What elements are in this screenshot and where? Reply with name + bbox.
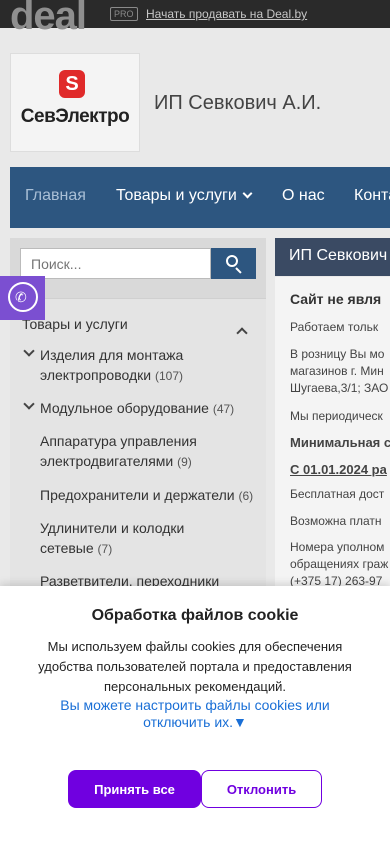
content-line: С 01.01.2024 ра	[290, 462, 387, 477]
search-button[interactable]	[211, 248, 256, 279]
category-item-motor-control[interactable]: Аппаратура управления электродвигателями…	[40, 431, 197, 472]
cookie-title: Обработка файлов cookie	[91, 607, 299, 624]
search-icon	[226, 255, 238, 267]
nav-item-home[interactable]: Главная	[25, 187, 86, 205]
company-logo-mark: S	[59, 70, 85, 98]
category-count: (9)	[177, 455, 192, 469]
accept-all-button[interactable]: Принять все	[68, 770, 201, 808]
category-item-extensions[interactable]: Удлинители и колодки сетевые (7)	[40, 518, 184, 559]
deal-logo[interactable]: deal	[10, 0, 87, 36]
category-item-fuses[interactable]: Предохранители и держатели (6)	[40, 485, 253, 506]
top-bar: deal PRO Начать продавать на Deal.by	[0, 0, 390, 36]
content-header-title: ИП Севкович	[289, 247, 388, 264]
cookie-text: Мы используем файлы cookies для обеспече…	[38, 639, 352, 694]
search-input[interactable]	[20, 248, 211, 279]
category-label: электропроводки	[40, 367, 152, 383]
content-line: Шугаева,3/1; ЗАО	[290, 381, 389, 395]
cookie-settings-link[interactable]: Вы можете настроить файлы cookies или от…	[40, 697, 350, 731]
viber-button[interactable]: ✆	[0, 276, 45, 320]
category-label: Аппаратура управления	[40, 433, 197, 449]
company-logo-brand: СевЭлектро	[20, 106, 130, 127]
content-header: ИП Севкович	[275, 238, 390, 276]
category-label: Удлинители и колодки	[40, 520, 185, 536]
category-label: электродвигателями	[40, 453, 174, 469]
content-line: Минимальная с	[290, 435, 390, 450]
nav-item-contacts[interactable]: Конта	[354, 187, 390, 205]
phone-icon: ✆	[15, 289, 27, 305]
content-line: Возможна платн	[290, 514, 382, 528]
content-line: Мы периодическ	[290, 409, 383, 423]
category-count: (47)	[212, 402, 235, 416]
search-icon-handle	[235, 267, 242, 274]
category-count: (107)	[154, 369, 183, 383]
category-label: сетевые	[40, 540, 94, 556]
content-line: магазинов г. Мин	[290, 364, 384, 378]
pro-badge[interactable]: PRO	[110, 7, 138, 21]
chevron-down-icon[interactable]	[23, 345, 35, 357]
content-line: В розницу Вы мо	[290, 347, 385, 361]
category-count: (7)	[97, 542, 113, 556]
start-selling-link[interactable]: Начать продавать на Deal.by	[146, 7, 307, 21]
chevron-up-icon[interactable]	[236, 327, 248, 339]
nav-item-products-label: Товары и услуги	[116, 187, 237, 204]
chevron-down-icon[interactable]	[23, 398, 35, 410]
category-count: (6)	[238, 489, 254, 503]
content-line: обращениях граж	[290, 557, 389, 571]
decline-button[interactable]: Отклонить	[201, 770, 322, 808]
nav-item-products[interactable]: Товары и услуги	[116, 187, 253, 205]
category-label: Изделия для монтажа	[40, 347, 184, 363]
nav-item-about[interactable]: О нас	[282, 187, 325, 205]
company-name[interactable]: ИП Севкович А.И.	[154, 92, 321, 115]
content-line: Работаем тольк	[290, 320, 379, 334]
main-nav: Главная Товары и услуги О нас Конта	[10, 167, 390, 228]
category-label: Модульное оборудование	[40, 400, 209, 416]
chevron-down-icon	[242, 188, 253, 199]
category-label: Предохранители и держатели	[40, 487, 235, 503]
category-item-wiring[interactable]: Изделия для монтажа электропроводки (107…	[40, 345, 183, 386]
content-line: Бесплатная дост	[290, 487, 385, 501]
company-logo[interactable]: S СевЭлектро	[10, 53, 140, 152]
content-line: Номера уполном	[290, 540, 385, 554]
content-line: Сайт не явля	[290, 291, 382, 307]
cookie-banner: Обработка файлов cookie Мы используем фа…	[0, 586, 390, 844]
category-item-modular[interactable]: Модульное оборудование (47)	[40, 398, 234, 419]
